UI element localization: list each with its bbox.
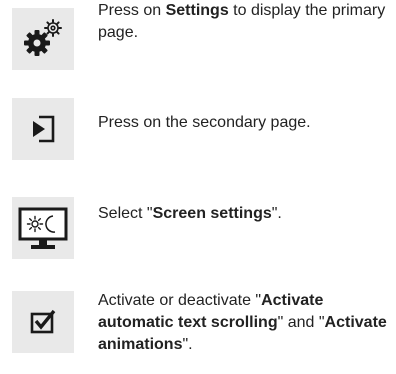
instruction-text: ". bbox=[182, 336, 193, 353]
step-1-icon-box bbox=[12, 8, 74, 70]
settings-gears-icon bbox=[24, 19, 62, 56]
step-4-icon-box bbox=[12, 291, 74, 353]
instruction-text: Press on bbox=[98, 2, 166, 19]
emphasized-text: Settings bbox=[165, 2, 229, 19]
instruction-text: " and " bbox=[277, 314, 325, 331]
screen-day-night-icon bbox=[18, 207, 68, 249]
step-2-text: Press on the secondary page. bbox=[98, 112, 388, 134]
instruction-text: Press on the secondary page. bbox=[98, 114, 311, 131]
checkbox-checked-icon bbox=[30, 309, 56, 334]
instruction-text: ". bbox=[271, 205, 282, 222]
step-1-text: Press on Settings to display the primary… bbox=[98, 0, 388, 44]
step-4-text: Activate or deactivate "Activate automat… bbox=[98, 290, 388, 356]
emphasized-text: Screen settings bbox=[152, 205, 272, 222]
step-3-icon-box bbox=[12, 197, 74, 259]
enter-page-icon bbox=[33, 115, 55, 143]
step-2-icon-box bbox=[12, 98, 74, 160]
instruction-text: Activate or deactivate " bbox=[98, 292, 262, 309]
step-3-text: Select "Screen settings". bbox=[98, 203, 388, 225]
instruction-text: Select " bbox=[98, 205, 153, 222]
